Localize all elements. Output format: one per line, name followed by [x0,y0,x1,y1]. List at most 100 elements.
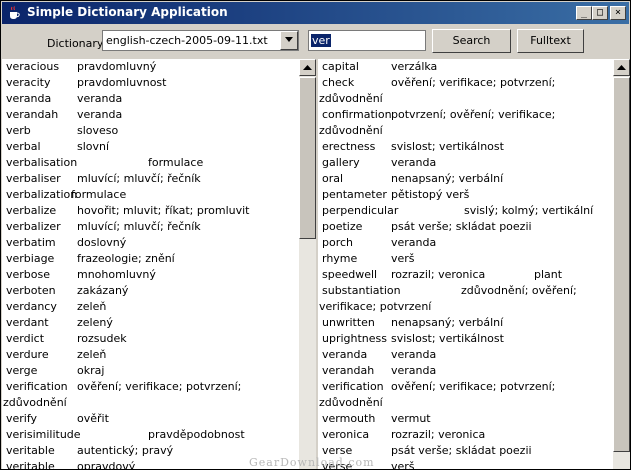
scroll-thumb[interactable] [299,77,316,239]
right-scrollbar[interactable] [613,59,630,469]
list-item[interactable]: vermouth vermut [318,411,613,427]
dropdown-button[interactable] [280,31,298,50]
entry-translation: pravděpodobnost [148,428,245,441]
entry-word: perpendicular [322,204,399,217]
search-button[interactable]: Search [432,29,511,53]
list-item[interactable]: verboten zakázaný [2,283,299,299]
list-item[interactable]: verification ověření; verifikace; potvrze… [2,379,299,395]
scroll-up-button[interactable] [613,59,630,76]
list-item[interactable]: capital verzálka [318,59,613,75]
list-item[interactable]: veracity pravdomluvnost [2,75,299,91]
list-item[interactable]: confirmation potvrzení; ověření; verifika… [318,107,613,123]
list-item[interactable]: substantiation zdůvodnění; ověření; [318,283,613,299]
entry-translation: pravdomluvný [77,60,157,73]
scroll-up-button[interactable] [299,59,316,76]
entry-translation: psát verše; skládat poezii [391,444,532,457]
list-item[interactable]: porch veranda [318,235,613,251]
fulltext-button[interactable]: Fulltext [517,29,584,53]
list-item[interactable]: verify ověřit [2,411,299,427]
list-item[interactable]: unwritten nenapsaný; verbální [318,315,613,331]
search-input-value: ver [311,34,331,47]
scroll-thumb[interactable] [613,77,630,452]
list-item[interactable]: verbal slovní [2,139,299,155]
entry-word: verbalizer [6,220,61,233]
list-item[interactable]: erectness svislost; vertikálnost [318,139,613,155]
list-item[interactable]: veranda veranda [318,347,613,363]
list-item[interactable]: verbalization formulace [2,187,299,203]
maximize-icon: □ [596,7,604,18]
entry-translation: formulace [71,188,127,201]
list-item[interactable]: verdant zelený [2,315,299,331]
list-item[interactable]: gallery veranda [318,155,613,171]
list-item[interactable]: verbalisation formulace [2,155,299,171]
entry-word: verbose [6,268,51,281]
entry-translation: verzálka [391,60,438,73]
list-item[interactable]: verbaliser mluvící; mluvčí; řečník [2,171,299,187]
entry-translation: verš [391,460,415,470]
list-item[interactable]: veracious pravdomluvný [2,59,299,75]
entry-translation: veranda [391,364,437,377]
entry-word: check [322,76,355,89]
list-item[interactable]: verge okraj [2,363,299,379]
entry-translation-continued: zdůvodnění [319,124,383,137]
entry-translation: veranda [77,108,123,121]
entry-word: rhyme [322,252,358,265]
entry-word: verify [6,412,38,425]
entry-word: porch [322,236,354,249]
entry-translation: doslovný [77,236,127,249]
list-item[interactable]: verbalize hovořit; mluvit; říkat; promluv… [2,203,299,219]
entry-word: pentameter [322,188,387,201]
list-item[interactable]: verdure zeleň [2,347,299,363]
list-item[interactable]: oral nenapsaný; verbální [318,171,613,187]
list-item[interactable]: verification ověření; verifikace; potvrze… [318,379,613,395]
entry-word: veritable [6,444,55,457]
entry-translation: autentický; pravý [77,444,174,457]
entry-word: confirmation [322,108,392,121]
list-item[interactable]: verdict rozsudek [2,331,299,347]
entry-note: plant [534,268,563,281]
close-button[interactable]: × [610,6,626,20]
entry-translation: sloveso [77,124,119,137]
list-item[interactable]: rhyme verš [318,251,613,267]
search-input[interactable]: ver [308,30,426,51]
title-bar[interactable]: Simple Dictionary Application _ □ × [2,2,629,24]
list-item[interactable]: veranda veranda [2,91,299,107]
entry-translation: rozrazil; veronica [391,428,486,441]
entry-translation: zeleň [77,348,107,361]
entry-word: veranda [6,92,52,105]
list-item[interactable]: veronica rozrazil; veronica [318,427,613,443]
list-item[interactable]: verbiage frazeologie; znění [2,251,299,267]
entry-translation: ověřit [77,412,109,425]
list-item[interactable]: verandah veranda [318,363,613,379]
entry-word: verdure [6,348,49,361]
list-item[interactable]: verbatim doslovný [2,235,299,251]
results-list-right[interactable]: capital verzálka check ověření; verifikace;… [318,59,613,470]
list-item[interactable]: perpendicular svislý; kolmý; vertikální [318,203,613,219]
list-item[interactable]: speedwell rozrazil; veronica plant [318,267,613,283]
left-scrollbar[interactable] [299,59,316,469]
entry-translation: svislost; vertikálnost [391,140,504,153]
list-item[interactable]: uprightness svislost; vertikálnost [318,331,613,347]
entry-word: verdant [6,316,49,329]
list-item[interactable]: check ověření; verifikace; potvrzení; [318,75,613,91]
entry-translation: potvrzení; ověření; verifikace; [391,108,556,121]
list-item[interactable]: verbalizer mluvící; mluvčí; řečník [2,219,299,235]
dictionary-select[interactable]: english-czech-2005-09-11.txt [102,30,299,51]
list-item[interactable]: pentameter pětistopý verš [318,187,613,203]
list-item[interactable]: verb sloveso [2,123,299,139]
entry-word: verisimilitude [6,428,81,441]
results-list-left[interactable]: veracious pravdomluvný veracity pravdomluvn… [2,59,299,469]
entry-word: veracity [6,76,51,89]
minimize-button[interactable]: _ [576,6,592,20]
list-item[interactable]: verdancy zeleň [2,299,299,315]
maximize-button[interactable]: □ [592,6,608,20]
list-item[interactable]: poetize psát verše; skládat poezii [318,219,613,235]
list-item[interactable]: verandah veranda [2,107,299,123]
entry-translation: ověření; verifikace; potvrzení; [391,76,556,89]
list-item[interactable]: verisimilitude pravděpodobnost [2,427,299,443]
entry-word: capital [322,60,359,73]
list-item[interactable]: verbose mnohomluvný [2,267,299,283]
entry-word: verbaliser [6,172,61,185]
entry-translation: nenapsaný; verbální [391,316,504,329]
entry-word: veracious [6,60,60,73]
